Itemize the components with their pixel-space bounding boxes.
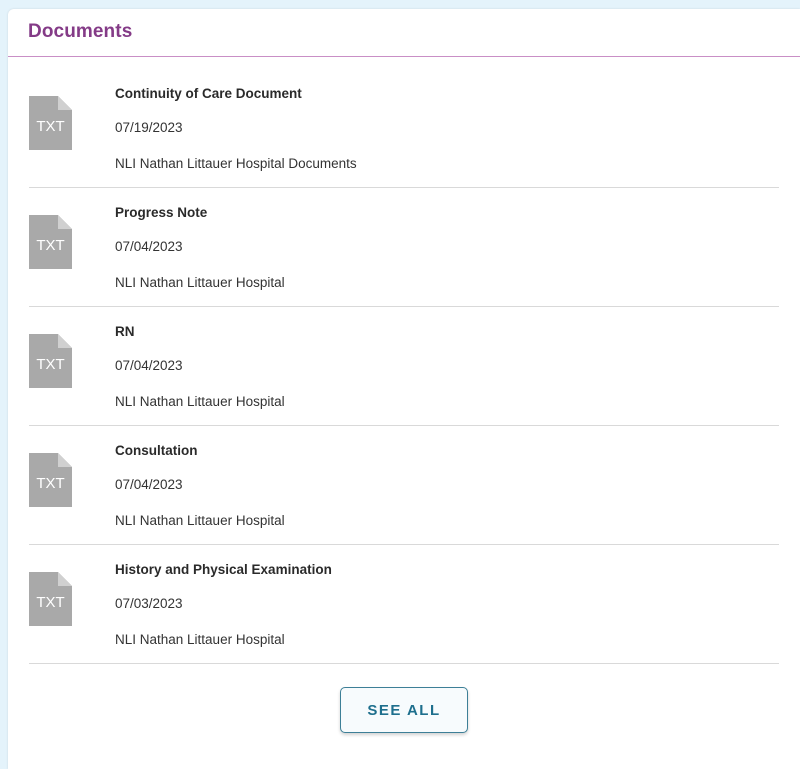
document-title[interactable]: Consultation [115,443,198,458]
document-title[interactable]: Progress Note [115,205,207,220]
file-type-label: TXT [36,475,64,492]
panel-header: Documents [8,9,800,57]
document-source: NLI Nathan Littauer Hospital [115,632,285,647]
document-source: NLI Nathan Littauer Hospital Documents [115,156,357,171]
document-date: 07/03/2023 [115,596,183,611]
document-list: TXT Continuity of Care Document 07/19/20… [29,69,779,664]
document-item[interactable]: TXT Consultation 07/04/2023 NLI Nathan L… [29,426,779,545]
file-type-label: TXT [36,118,64,135]
file-type-label: TXT [36,356,64,373]
document-date: 07/04/2023 [115,239,183,254]
txt-file-icon: TXT [29,334,72,388]
document-title[interactable]: RN [115,324,135,339]
txt-file-icon: TXT [29,96,72,150]
document-date: 07/04/2023 [115,477,183,492]
document-item[interactable]: TXT History and Physical Examination 07/… [29,545,779,664]
document-source: NLI Nathan Littauer Hospital [115,513,285,528]
file-type-label: TXT [36,594,64,611]
document-date: 07/04/2023 [115,358,183,373]
document-source: NLI Nathan Littauer Hospital [115,275,285,290]
document-item[interactable]: TXT Progress Note 07/04/2023 NLI Nathan … [29,188,779,307]
document-title[interactable]: History and Physical Examination [115,562,332,577]
document-item[interactable]: TXT Continuity of Care Document 07/19/20… [29,69,779,188]
file-type-label: TXT [36,237,64,254]
panel-title: Documents [28,21,133,42]
document-item[interactable]: TXT RN 07/04/2023 NLI Nathan Littauer Ho… [29,307,779,426]
txt-file-icon: TXT [29,453,72,507]
txt-file-icon: TXT [29,572,72,626]
txt-file-icon: TXT [29,215,72,269]
document-source: NLI Nathan Littauer Hospital [115,394,285,409]
document-title[interactable]: Continuity of Care Document [115,86,302,101]
documents-panel: Documents TXT Continuity of Care Documen… [8,9,800,769]
see-all-button[interactable]: SEE ALL [340,687,468,733]
document-date: 07/19/2023 [115,120,183,135]
